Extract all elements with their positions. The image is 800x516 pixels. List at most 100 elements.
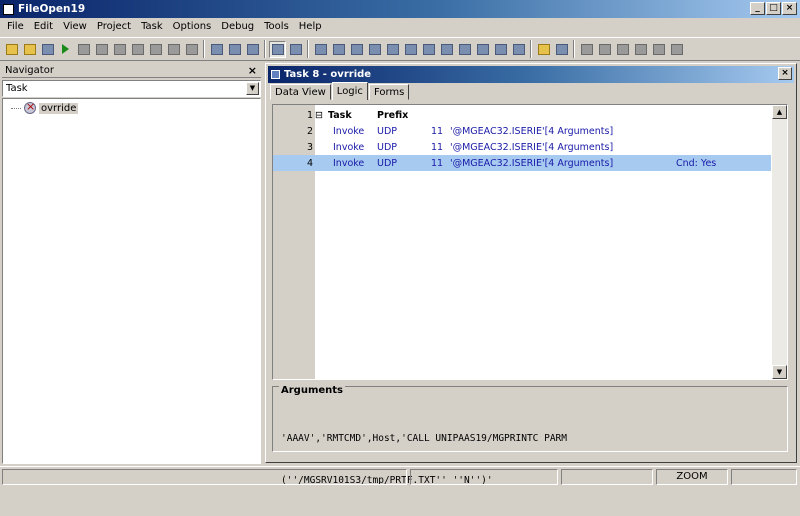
toolbar-separator bbox=[530, 40, 532, 58]
status-panel-extra bbox=[731, 469, 797, 485]
condition-cell: Cnd: Yes bbox=[676, 157, 717, 169]
tree-item-label: ovrride bbox=[39, 102, 79, 114]
navigator-tree[interactable]: ovrride bbox=[2, 98, 261, 464]
edit-icon[interactable] bbox=[492, 41, 509, 58]
doc-icon[interactable] bbox=[384, 41, 401, 58]
run-icon[interactable] bbox=[57, 41, 74, 58]
window5-icon[interactable] bbox=[650, 41, 667, 58]
calc-icon[interactable] bbox=[402, 41, 419, 58]
redo-icon[interactable] bbox=[366, 41, 383, 58]
tab-forms[interactable]: Forms bbox=[368, 84, 410, 100]
task-window-title: Task 8 - ovrride bbox=[284, 69, 372, 80]
type-cell: UDP bbox=[377, 125, 397, 137]
expression-cell: '@MGEAC32.ISERIE'[4 Arguments] bbox=[450, 157, 614, 169]
row-number: 4 bbox=[273, 157, 313, 169]
navigator-panel: Navigator × Task ▼ ovrride bbox=[2, 63, 261, 464]
task-icon bbox=[24, 100, 36, 114]
menu-debug[interactable]: Debug bbox=[216, 19, 259, 35]
row-number: 2 bbox=[306, 125, 313, 137]
toolbar-separator bbox=[203, 40, 205, 58]
task-window-title-bar: Task 8 - ovrride × bbox=[268, 66, 794, 83]
new-project-icon[interactable] bbox=[3, 41, 20, 58]
menu-edit[interactable]: Edit bbox=[29, 19, 58, 35]
tab-logic[interactable]: Logic bbox=[331, 82, 368, 100]
expr-icon[interactable] bbox=[438, 41, 455, 58]
argument-cell: 11 bbox=[431, 157, 444, 169]
list-icon[interactable] bbox=[287, 41, 304, 58]
find-icon[interactable] bbox=[269, 40, 286, 58]
task-window: Task 8 - ovrride × Data View Logic Forms… bbox=[265, 63, 797, 486]
status-panel-main bbox=[2, 469, 407, 485]
task-window-icon bbox=[271, 70, 280, 79]
export-icon[interactable] bbox=[474, 41, 491, 58]
table-row-selected[interactable]: 4 Invoke UDP 11 '@MGEAC32.ISERIE'[4 Argu… bbox=[273, 155, 771, 171]
expression-cell: '@MGEAC32.ISERIE'[4 Arguments] bbox=[450, 141, 614, 153]
undo-icon[interactable] bbox=[348, 41, 365, 58]
app-icon bbox=[3, 3, 14, 15]
toolbar bbox=[0, 37, 800, 61]
step-over-icon[interactable] bbox=[165, 41, 182, 58]
column-header-prefix: Prefix bbox=[377, 109, 409, 121]
window-title: FileOpen19 bbox=[18, 3, 86, 15]
props-icon[interactable] bbox=[420, 41, 437, 58]
table-row[interactable]: 3 Invoke UDP 11 '@MGEAC32.ISERIE'[4 Argu… bbox=[273, 139, 771, 155]
menu-tools[interactable]: Tools bbox=[259, 19, 294, 35]
copy-icon[interactable] bbox=[312, 41, 329, 58]
logic-grid[interactable]: 1 ⊟ Task Prefix 2 Invoke UDP 11 '@MGEAC3… bbox=[272, 104, 788, 380]
operation-cell: Invoke bbox=[333, 125, 365, 137]
continue-icon[interactable] bbox=[147, 41, 164, 58]
tab-data-view[interactable]: Data View bbox=[270, 84, 331, 100]
form-icon[interactable] bbox=[456, 41, 473, 58]
tree-item-ovrride[interactable]: ovrride bbox=[11, 100, 79, 114]
task-window-close-button[interactable]: × bbox=[778, 67, 792, 80]
open-icon[interactable] bbox=[21, 41, 38, 58]
scroll-down-icon[interactable]: ▼ bbox=[772, 365, 787, 379]
cut-icon[interactable] bbox=[208, 41, 225, 58]
operation-cell: Invoke bbox=[333, 157, 365, 169]
argument-cell: 11 bbox=[431, 141, 444, 153]
report-icon[interactable] bbox=[510, 41, 527, 58]
collapse-icon[interactable]: ⊟ bbox=[315, 110, 323, 121]
menu-view[interactable]: View bbox=[58, 19, 92, 35]
window2-icon[interactable] bbox=[596, 41, 613, 58]
navigator-combo-value: Task bbox=[6, 83, 28, 94]
arguments-text[interactable]: 'AAAV','RMTCMD',Host,'CALL UNIPAAS19/MGP… bbox=[281, 404, 567, 516]
step-icon[interactable] bbox=[93, 41, 110, 58]
table-row[interactable]: 1 ⊟ Task Prefix bbox=[273, 107, 771, 123]
pause-icon[interactable] bbox=[111, 41, 128, 58]
paste-icon[interactable] bbox=[330, 41, 347, 58]
window6-icon[interactable] bbox=[668, 41, 685, 58]
table-row[interactable]: 2 Invoke UDP 11 '@MGEAC32.ISERIE'[4 Argu… bbox=[273, 123, 771, 139]
navigator-close-icon[interactable]: × bbox=[248, 64, 257, 77]
maximize-button[interactable]: □ bbox=[766, 2, 781, 15]
scroll-up-icon[interactable]: ▲ bbox=[772, 105, 787, 119]
window3-icon[interactable] bbox=[614, 41, 631, 58]
tool-icon[interactable] bbox=[553, 41, 570, 58]
stop-icon[interactable] bbox=[75, 41, 92, 58]
wand-icon[interactable] bbox=[226, 41, 243, 58]
chevron-down-icon[interactable]: ▼ bbox=[246, 82, 259, 95]
menu-project[interactable]: Project bbox=[92, 19, 136, 35]
step-out-icon[interactable] bbox=[183, 41, 200, 58]
window1-icon[interactable] bbox=[578, 41, 595, 58]
vertical-scrollbar[interactable]: ▲ ▼ bbox=[772, 105, 787, 379]
row-number: 1 bbox=[306, 109, 313, 121]
window4-icon[interactable] bbox=[632, 41, 649, 58]
arguments-panel: Arguments 'AAAV','RMTCMD',Host,'CALL UNI… bbox=[272, 385, 788, 486]
menu-help[interactable]: Help bbox=[294, 19, 327, 35]
minimize-button[interactable]: _ bbox=[750, 2, 765, 15]
help-icon[interactable] bbox=[535, 41, 552, 58]
menu-bar: File Edit View Project Task Options Debu… bbox=[0, 18, 800, 36]
menu-task[interactable]: Task bbox=[136, 19, 168, 35]
toolbar-separator bbox=[573, 40, 575, 58]
align-icon[interactable] bbox=[244, 41, 261, 58]
tree-line bbox=[11, 107, 21, 109]
title-bar: FileOpen19 _ □ × bbox=[0, 0, 800, 18]
break-icon[interactable] bbox=[129, 41, 146, 58]
save-icon[interactable] bbox=[39, 41, 56, 58]
navigator-combo[interactable]: Task ▼ bbox=[2, 80, 261, 97]
type-cell: UDP bbox=[377, 157, 397, 169]
close-button[interactable]: × bbox=[782, 2, 797, 15]
menu-options[interactable]: Options bbox=[168, 19, 217, 35]
menu-file[interactable]: File bbox=[2, 19, 29, 35]
